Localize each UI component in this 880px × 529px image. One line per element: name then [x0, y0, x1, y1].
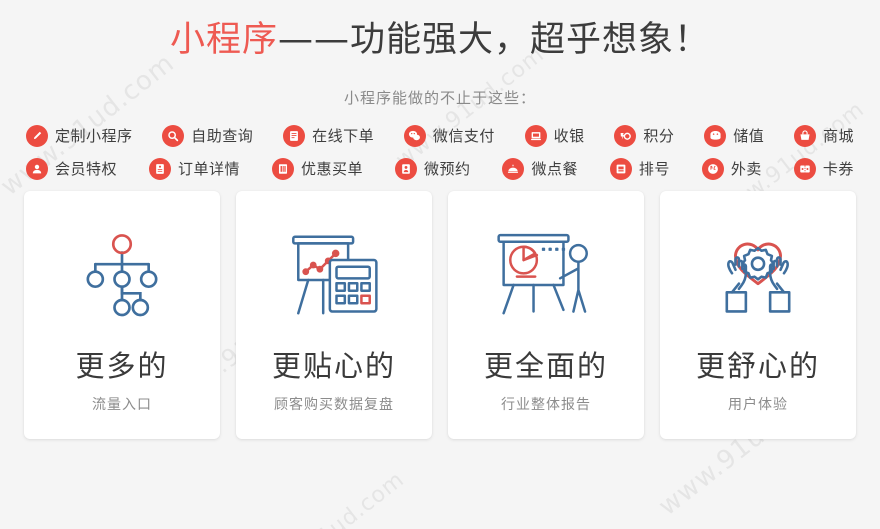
- feature-chip-member-privilege[interactable]: 会员特权: [26, 157, 118, 180]
- stored-value-icon: [704, 124, 727, 147]
- feature-chip-label: 微信支付: [432, 127, 495, 145]
- feature-chip-label: 优惠买单: [300, 160, 363, 178]
- shop-basket-icon: [793, 124, 816, 147]
- chart-easel-calculator-illustration: [280, 221, 388, 329]
- page-title-rest: ——功能强大，超乎想象！: [278, 20, 711, 60]
- feature-chip-label: 积分: [643, 127, 675, 145]
- feature-chip-label: 定制小程序: [55, 127, 133, 145]
- search-icon: [162, 124, 185, 147]
- feature-chip-appointment[interactable]: 微预约: [394, 157, 471, 180]
- page-root: 小程序——功能强大，超乎想象！ 小程序能做的不止于这些： 定制小程序 自助查询: [0, 0, 880, 439]
- feature-chip-wechat-pay[interactable]: 微信支付: [403, 124, 495, 147]
- feature-chip-custom-miniprogram[interactable]: 定制小程序: [26, 124, 133, 147]
- watermark-text: www.91ud.com: [251, 467, 409, 529]
- pencil-icon: [26, 124, 48, 147]
- points-icon: [614, 124, 637, 147]
- hands-heart-gear-illustration: [706, 221, 810, 329]
- feature-chip-label: 卡券: [822, 160, 854, 178]
- page-subtitle: 小程序能做的不止于这些：: [343, 88, 536, 107]
- coupon-icon: [793, 157, 816, 180]
- feature-chip-label: 排号: [638, 160, 670, 178]
- feature-chip-label: 订单详情: [177, 160, 240, 178]
- feature-chip-rows: 定制小程序 自助查询 在线下单 微信支付 收银 积分 储值 商城 会员特权 订单…: [0, 124, 880, 180]
- feature-cards: 更多的 流量入口 更贴心的 顾客购买数据复盘 更全面的 行业整体报告 更舒心的 …: [0, 190, 880, 439]
- order-icon: [283, 124, 306, 147]
- takeout-icon: [701, 157, 724, 180]
- member-icon: [26, 157, 48, 180]
- card-more-comfortable[interactable]: 更舒心的 用户体验: [660, 190, 856, 439]
- page-title: 小程序——功能强大，超乎想象！: [0, 0, 880, 67]
- feature-chip-points[interactable]: 积分: [614, 124, 675, 147]
- feature-chip-label: 自助查询: [191, 127, 254, 145]
- card-more-traffic[interactable]: 更多的 流量入口: [24, 190, 220, 439]
- feature-chip-queue[interactable]: 排号: [609, 157, 670, 180]
- card-subtitle: 用户体验: [728, 396, 788, 413]
- card-more-comprehensive[interactable]: 更全面的 行业整体报告: [448, 190, 644, 439]
- feature-row-2: 会员特权 订单详情 优惠买单 微预约 微点餐 排号 外卖 卡券: [26, 157, 854, 180]
- queue-icon: [609, 157, 632, 180]
- feature-chip-shop[interactable]: 商城: [793, 124, 854, 147]
- feature-chip-discount-bill[interactable]: 优惠买单: [271, 157, 363, 180]
- feature-chip-label: 外卖: [730, 160, 762, 178]
- feature-chip-label: 收银: [553, 127, 585, 145]
- meal-icon: [502, 157, 525, 180]
- order-detail-icon: [148, 157, 171, 180]
- card-title: 更贴心的: [271, 348, 396, 383]
- feature-chip-label: 微预约: [423, 160, 471, 178]
- appointment-icon: [394, 157, 417, 180]
- wechat-pay-icon: [403, 124, 426, 147]
- feature-chip-label: 会员特权: [55, 160, 118, 178]
- card-title: 更舒心的: [695, 348, 820, 383]
- feature-chip-cashier[interactable]: 收银: [524, 124, 585, 147]
- card-title: 更全面的: [483, 348, 608, 383]
- feature-row-1: 定制小程序 自助查询 在线下单 微信支付 收银 积分 储值 商城: [26, 124, 854, 147]
- card-more-thoughtful[interactable]: 更贴心的 顾客购买数据复盘: [236, 190, 432, 439]
- feature-chip-label: 微点餐: [531, 160, 578, 178]
- presenter-pie-board-illustration: [492, 221, 600, 329]
- feature-chip-label: 商城: [822, 127, 854, 145]
- page-title-highlight: 小程序: [169, 20, 278, 60]
- feature-chip-takeout[interactable]: 外卖: [701, 157, 762, 180]
- feature-chip-online-order[interactable]: 在线下单: [283, 124, 375, 147]
- card-subtitle: 流量入口: [92, 396, 152, 413]
- discount-bill-icon: [271, 157, 294, 180]
- feature-chip-stored-value[interactable]: 储值: [704, 124, 765, 147]
- feature-chip-order-detail[interactable]: 订单详情: [148, 157, 240, 180]
- org-tree-illustration: [72, 221, 172, 329]
- card-subtitle: 行业整体报告: [501, 396, 591, 413]
- feature-chip-coupon[interactable]: 卡券: [793, 157, 854, 180]
- feature-chip-meal[interactable]: 微点餐: [502, 157, 578, 180]
- feature-chip-label: 在线下单: [312, 127, 375, 145]
- card-title: 更多的: [75, 348, 169, 383]
- feature-chip-self-query[interactable]: 自助查询: [162, 124, 254, 147]
- cashier-icon: [524, 124, 547, 147]
- feature-chip-label: 储值: [733, 127, 765, 145]
- card-subtitle: 顾客购买数据复盘: [274, 396, 394, 413]
